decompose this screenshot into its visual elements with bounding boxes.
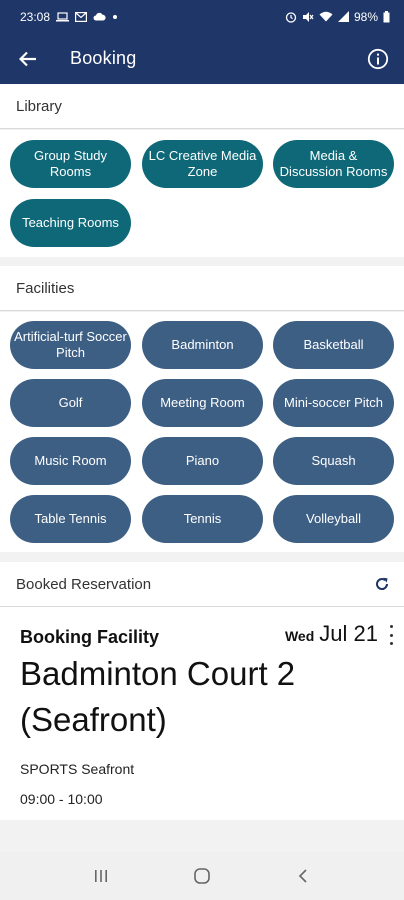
library-chip-lc-creative-media-zone[interactable]: LC Creative Media Zone [142, 140, 263, 188]
facility-chip-meeting-room[interactable]: Meeting Room [142, 379, 263, 427]
facility-chip-artificial-turf-soccer-pitch[interactable]: Artificial-turf Soccer Pitch [10, 321, 131, 369]
facility-chip-badminton[interactable]: Badminton [142, 321, 263, 369]
home-icon [194, 868, 210, 884]
battery-percent: 98% [353, 9, 378, 24]
app-bar: Booking [0, 33, 404, 84]
refresh-icon [376, 577, 389, 590]
library-chip-group-study-rooms[interactable]: Group Study Rooms [10, 140, 131, 188]
reservation-date-value: Jul 21 [319, 621, 378, 646]
reservation-time: 09:00 - 10:00 [20, 791, 103, 807]
more-vert-icon[interactable] [386, 625, 396, 645]
facility-chip-piano[interactable]: Piano [142, 437, 263, 485]
reservation-date: Wed Jul 21 [285, 621, 378, 647]
signal-icon [337, 11, 349, 22]
laptop-icon [56, 11, 70, 22]
reservation-day-of-week: Wed [284, 628, 315, 644]
refresh-button[interactable] [360, 576, 404, 592]
booked-reservation-label: Booked Reservation [16, 575, 152, 593]
dot-icon [112, 14, 118, 20]
facility-chip-golf[interactable]: Golf [10, 379, 131, 427]
library-heading: Library [0, 84, 404, 129]
cloud-icon [93, 12, 106, 21]
system-back-button[interactable] [283, 856, 323, 896]
battery-icon [383, 10, 390, 23]
reservation-location: SPORTS Seafront [20, 761, 135, 777]
facility-chip-table-tennis[interactable]: Table Tennis [10, 495, 131, 543]
library-chip-media-discussion-rooms[interactable]: Media & Discussion Rooms [273, 140, 394, 188]
reservation-facility-name: Badminton Court 2 (Seafront) [20, 655, 296, 738]
mail-icon [75, 11, 88, 22]
home-button[interactable] [182, 856, 222, 896]
reservation-card[interactable]: Booking Facility Wed Jul 21 Badminton Co… [0, 607, 404, 820]
recents-button[interactable] [81, 856, 121, 896]
alarm-icon [285, 11, 297, 23]
facility-chip-volleyball[interactable]: Volleyball [273, 495, 394, 543]
library-section: Group Study Rooms LC Creative Media Zone… [0, 130, 404, 257]
system-nav-bar [0, 852, 404, 900]
mute-icon [302, 11, 314, 23]
back-button[interactable] [0, 33, 56, 84]
facility-chip-basketball[interactable]: Basketball [273, 321, 394, 369]
back-icon [299, 869, 307, 883]
recents-icon [94, 870, 107, 882]
status-time: 23:08 [20, 9, 51, 24]
library-chip-teaching-rooms[interactable]: Teaching Rooms [10, 199, 131, 247]
page-title: Booking [70, 48, 137, 68]
library-heading-label: Library [16, 97, 62, 115]
booked-reservation-heading: Booked Reservation [0, 562, 404, 607]
back-arrow-icon [19, 51, 36, 66]
booking-facility-label: Booking Facility [20, 627, 160, 647]
facilities-heading-label: Facilities [16, 279, 75, 297]
facility-chip-squash[interactable]: Squash [273, 437, 394, 485]
status-bar: 23:08 98% [0, 0, 404, 33]
facility-chip-tennis[interactable]: Tennis [142, 495, 263, 543]
facilities-heading: Facilities [0, 266, 404, 311]
info-icon [367, 48, 389, 69]
facilities-section: Artificial-turf Soccer Pitch Badminton B… [0, 312, 404, 552]
facility-chip-mini-soccer-pitch[interactable]: Mini-soccer Pitch [273, 379, 394, 427]
wifi-icon [319, 11, 333, 22]
info-button[interactable] [352, 33, 404, 84]
facility-chip-music-room[interactable]: Music Room [10, 437, 131, 485]
